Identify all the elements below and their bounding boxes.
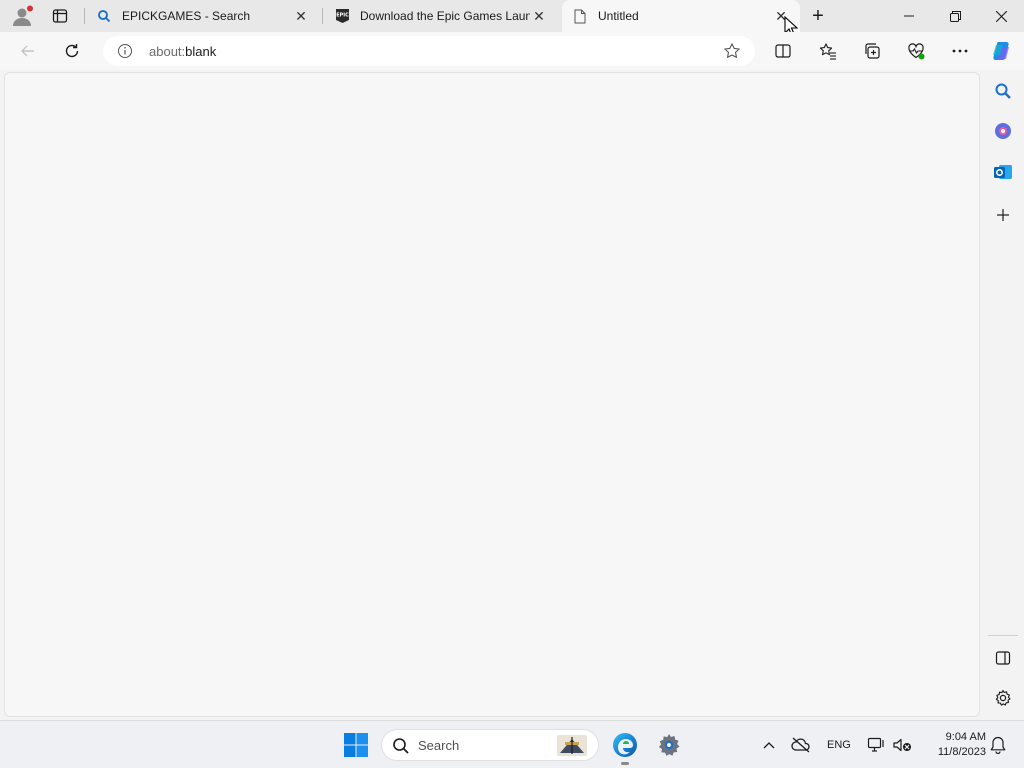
windows-taskbar: Search ENG 9:04 AM 11/8/2023 <box>0 720 1024 768</box>
tab-separator <box>84 8 85 24</box>
address-bar[interactable]: about:blank <box>103 36 755 66</box>
browser-essentials-button[interactable] <box>900 35 932 67</box>
search-icon <box>96 8 112 24</box>
taskbar-settings-gear-icon[interactable] <box>653 729 685 761</box>
info-icon[interactable] <box>117 43 133 59</box>
language-indicator[interactable]: ENG <box>827 739 851 751</box>
close-tab-icon[interactable]: ✕ <box>530 7 548 25</box>
tab-epic-games-launcher[interactable]: EPIC Download the Epic Games Launcher ✕ <box>324 0 558 32</box>
taskbar-search-box[interactable]: Search <box>381 729 599 761</box>
favorite-star-icon[interactable] <box>723 42 741 60</box>
tab-title: Download the Epic Games Launcher <box>360 9 530 23</box>
address-url[interactable]: about:blank <box>149 44 216 59</box>
search-icon <box>392 737 410 755</box>
close-tab-icon[interactable]: ✕ <box>292 7 310 25</box>
minimize-button[interactable] <box>886 0 932 32</box>
profile-icon[interactable] <box>10 4 34 28</box>
tab-title: EPICKGAMES - Search <box>122 9 251 23</box>
split-screen-button[interactable] <box>767 35 799 67</box>
sidebar-add-icon[interactable] <box>990 202 1016 228</box>
settings-more-button[interactable] <box>944 35 976 67</box>
network-icon[interactable] <box>866 735 886 755</box>
tab-title: Untitled <box>598 9 639 23</box>
url-value: blank <box>185 44 217 59</box>
clock-time: 9:04 AM <box>945 731 986 743</box>
close-window-button[interactable] <box>978 0 1024 32</box>
favorites-button[interactable] <box>812 35 844 67</box>
refresh-button[interactable] <box>56 35 88 67</box>
edge-sidebar <box>982 70 1024 720</box>
show-hidden-icons-chevron-up-icon[interactable] <box>760 735 778 755</box>
sidebar-settings-gear-icon[interactable] <box>990 685 1016 711</box>
tab-actions-icon[interactable] <box>48 4 72 28</box>
volume-muted-icon[interactable] <box>891 735 913 755</box>
taskbar-edge-icon[interactable] <box>609 729 641 765</box>
sidebar-outlook-icon[interactable] <box>990 159 1016 185</box>
sidebar-hide-icon[interactable] <box>990 645 1016 671</box>
sidebar-search-icon[interactable] <box>990 78 1016 104</box>
title-bar: EPICKGAMES - Search ✕ EPIC Download the … <box>0 0 1024 37</box>
navigation-toolbar: about:blank <box>0 32 1024 70</box>
url-scheme: about: <box>149 44 186 59</box>
collections-button[interactable] <box>856 35 888 67</box>
clock-date: 11/8/2023 <box>937 746 986 758</box>
svg-text:EPIC: EPIC <box>336 13 349 19</box>
onedrive-offline-icon[interactable] <box>790 735 812 755</box>
system-clock[interactable]: 9:04 AM 11/8/2023 <box>916 730 986 760</box>
tab-untitled[interactable]: Untitled ✕ <box>562 0 800 32</box>
windows-start-icon[interactable] <box>342 731 370 759</box>
copilot-button[interactable] <box>986 35 1018 67</box>
notification-bell-icon[interactable] <box>988 735 1008 755</box>
sidebar-divider <box>988 635 1018 636</box>
sidebar-office-icon[interactable] <box>990 118 1016 144</box>
new-tab-button[interactable]: + <box>806 4 830 28</box>
restore-button[interactable] <box>932 0 978 32</box>
search-placeholder: Search <box>418 738 460 753</box>
back-button[interactable] <box>12 35 44 67</box>
blank-page-icon <box>572 8 588 24</box>
epic-games-icon: EPIC <box>334 8 350 24</box>
tab-epickgames-search[interactable]: EPICKGAMES - Search ✕ <box>86 0 320 32</box>
tab-separator <box>322 8 323 24</box>
page-content-area[interactable] <box>4 72 980 717</box>
search-highlight-illustration-icon <box>556 733 588 758</box>
